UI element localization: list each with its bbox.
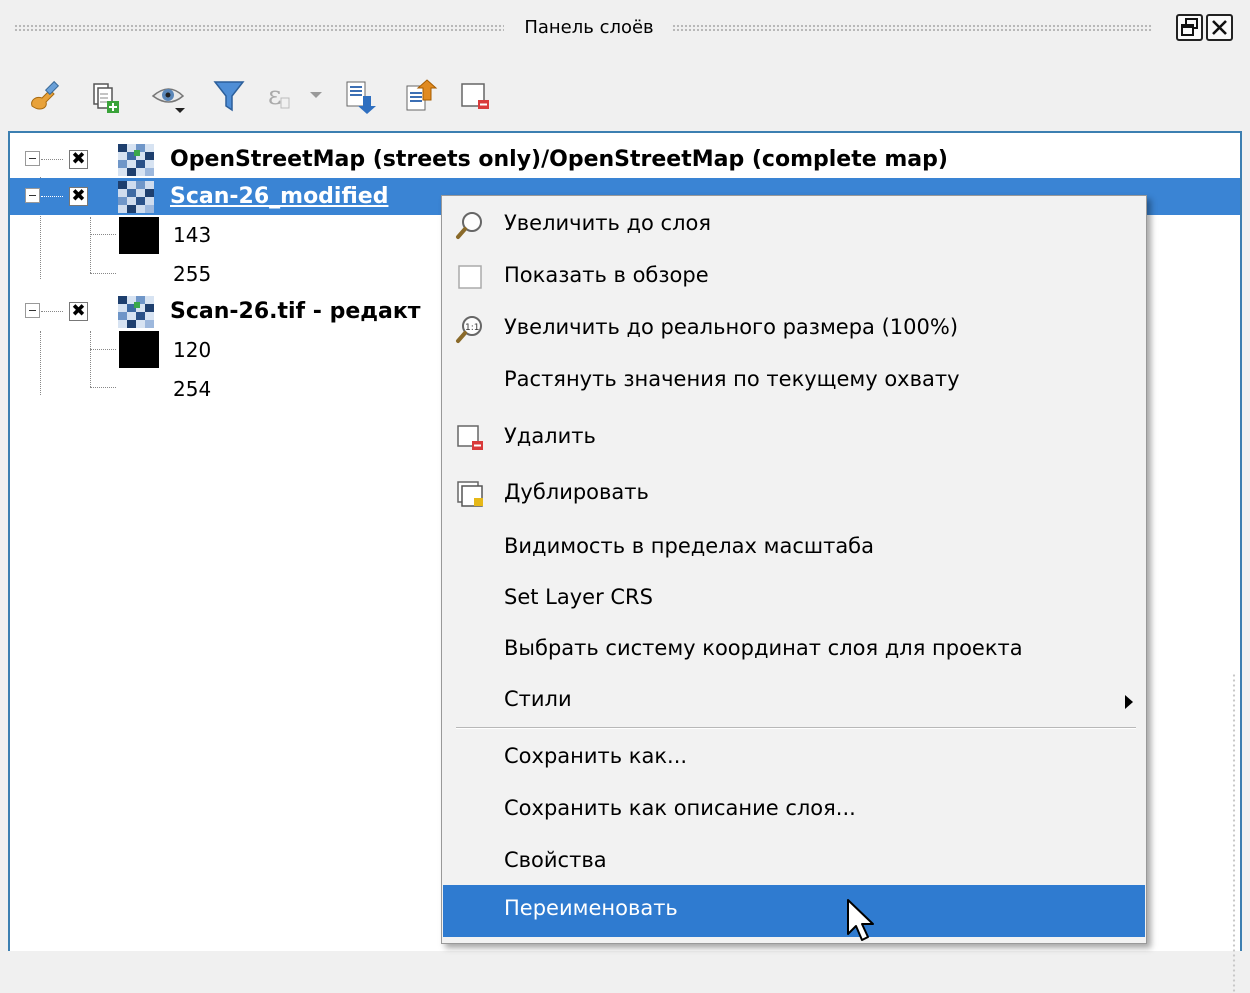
scrollbar-grip[interactable] xyxy=(1232,673,1236,993)
visibility-eye-icon[interactable] xyxy=(149,76,189,116)
menu-item-label: Увеличить до слоя xyxy=(504,211,711,235)
tree-branch-line xyxy=(90,387,116,388)
raster-layer-icon xyxy=(118,144,154,176)
layer-name: OpenStreetMap (streets only)/OpenStreetM… xyxy=(170,147,948,172)
panel-title-bar[interactable]: Панель слоёв xyxy=(0,0,1250,56)
tree-branch-line xyxy=(90,349,116,350)
legend-value: 120 xyxy=(173,338,212,362)
menu-item-save-layer-definition[interactable]: Сохранить как описание слоя... xyxy=(443,785,1145,837)
layer-name: Scan-26_modified xyxy=(170,184,389,209)
close-panel-button[interactable] xyxy=(1206,14,1233,41)
layer-row[interactable]: ✖ OpenStreetMap (streets only)/OpenStree… xyxy=(10,141,1240,178)
menu-item-label: Видимость в пределах масштаба xyxy=(504,534,875,558)
legend-value: 143 xyxy=(173,223,212,247)
menu-item-label: Сохранить как описание слоя... xyxy=(504,796,856,820)
legend-color-swatch xyxy=(119,217,159,254)
menu-item-label: Свойства xyxy=(504,848,607,872)
menu-item-save-as[interactable]: Сохранить как... xyxy=(443,733,1145,785)
menu-item-rename[interactable]: Переименовать xyxy=(443,885,1145,937)
collapse-toggle-icon[interactable] xyxy=(25,151,40,166)
menu-item-scale-visibility[interactable]: Видимость в пределах масштаба xyxy=(443,523,1145,575)
menu-item-set-layer-crs[interactable]: Set Layer CRS xyxy=(443,574,1145,626)
menu-item-show-in-overview[interactable]: Показать в обзоре xyxy=(443,252,1145,304)
menu-item-label: Дублировать xyxy=(504,480,649,504)
panel-title: Панель слоёв xyxy=(524,17,654,38)
menu-item-label: Растянуть значения по текущему охвату xyxy=(504,367,960,391)
tree-branch-line xyxy=(90,234,116,235)
menu-item-remove[interactable]: Удалить xyxy=(443,413,1145,465)
tree-branch-line xyxy=(41,159,63,160)
layer-visibility-checkbox[interactable]: ✖ xyxy=(69,150,88,169)
menu-item-zoom-to-layer[interactable]: Увеличить до слоя xyxy=(443,200,1145,252)
zoom-actual-size-icon: 1:1 xyxy=(455,314,485,344)
menu-item-set-project-crs[interactable]: Выбрать систему координат слоя для проек… xyxy=(443,625,1145,677)
menu-item-label: Переименовать xyxy=(504,896,678,920)
filter-expression-icon[interactable]: ε xyxy=(264,76,304,116)
layer-name: Scan-26.tif - редакт xyxy=(170,299,421,324)
remove-layer-icon xyxy=(455,423,485,453)
style-brush-icon[interactable] xyxy=(24,76,64,116)
title-grip-left xyxy=(14,24,504,31)
svg-text:ε: ε xyxy=(268,81,281,111)
menu-item-styles[interactable]: Стили xyxy=(443,676,1145,728)
menu-item-label: Увеличить до реального размера (100%) xyxy=(504,315,959,339)
chevron-down-icon[interactable] xyxy=(306,76,326,116)
menu-item-label: Удалить xyxy=(504,424,596,448)
tree-branch-line xyxy=(90,217,91,273)
tree-branch-line xyxy=(90,331,91,387)
layer-visibility-checkbox[interactable]: ✖ xyxy=(69,187,88,206)
collapse-toggle-icon[interactable] xyxy=(25,188,40,203)
menu-item-duplicate[interactable]: Дублировать xyxy=(443,469,1145,521)
tree-branch-line xyxy=(41,311,63,312)
layers-toolbar: ε xyxy=(24,76,624,120)
menu-item-label: Set Layer CRS xyxy=(504,585,653,609)
title-grip-right xyxy=(672,24,1152,31)
filter-icon[interactable] xyxy=(209,76,249,116)
legend-value: 255 xyxy=(173,262,212,286)
legend-value: 254 xyxy=(173,377,212,401)
menu-item-zoom-actual-size[interactable]: 1:1 Увеличить до реального размера (100%… xyxy=(443,304,1145,356)
expand-all-icon[interactable] xyxy=(339,76,379,116)
layer-context-menu: Увеличить до слоя Показать в обзоре 1:1 … xyxy=(441,195,1147,944)
duplicate-layer-icon xyxy=(455,479,485,509)
tree-branch-line xyxy=(90,273,116,274)
close-icon xyxy=(1212,20,1227,35)
menu-item-properties[interactable]: Свойства xyxy=(443,837,1145,889)
float-panel-button[interactable] xyxy=(1176,14,1203,41)
collapse-all-icon[interactable] xyxy=(399,76,439,116)
legend-color-swatch xyxy=(119,331,159,368)
menu-item-label: Сохранить как... xyxy=(504,744,688,768)
menu-separator xyxy=(456,727,1136,729)
add-group-icon[interactable] xyxy=(84,76,124,116)
menu-item-stretch-values[interactable]: Растянуть значения по текущему охвату xyxy=(443,356,1145,408)
raster-layer-icon xyxy=(118,181,154,213)
layer-visibility-checkbox[interactable]: ✖ xyxy=(69,302,88,321)
collapse-toggle-icon[interactable] xyxy=(25,303,40,318)
submenu-arrow-icon xyxy=(1125,695,1133,709)
tree-branch-line xyxy=(40,331,41,395)
mouse-pointer-icon xyxy=(847,899,874,941)
menu-item-label: Стили xyxy=(504,687,572,711)
raster-layer-icon xyxy=(118,296,154,328)
tree-branch-line xyxy=(41,196,63,197)
menu-item-label: Показать в обзоре xyxy=(504,263,709,287)
svg-text:1:1: 1:1 xyxy=(465,323,479,333)
zoom-to-layer-icon xyxy=(455,210,485,240)
menu-item-label: Выбрать систему координат слоя для проек… xyxy=(504,636,1023,660)
restore-window-icon xyxy=(1181,18,1198,36)
remove-layer-icon[interactable] xyxy=(454,76,494,116)
checkbox-icon xyxy=(455,262,485,292)
